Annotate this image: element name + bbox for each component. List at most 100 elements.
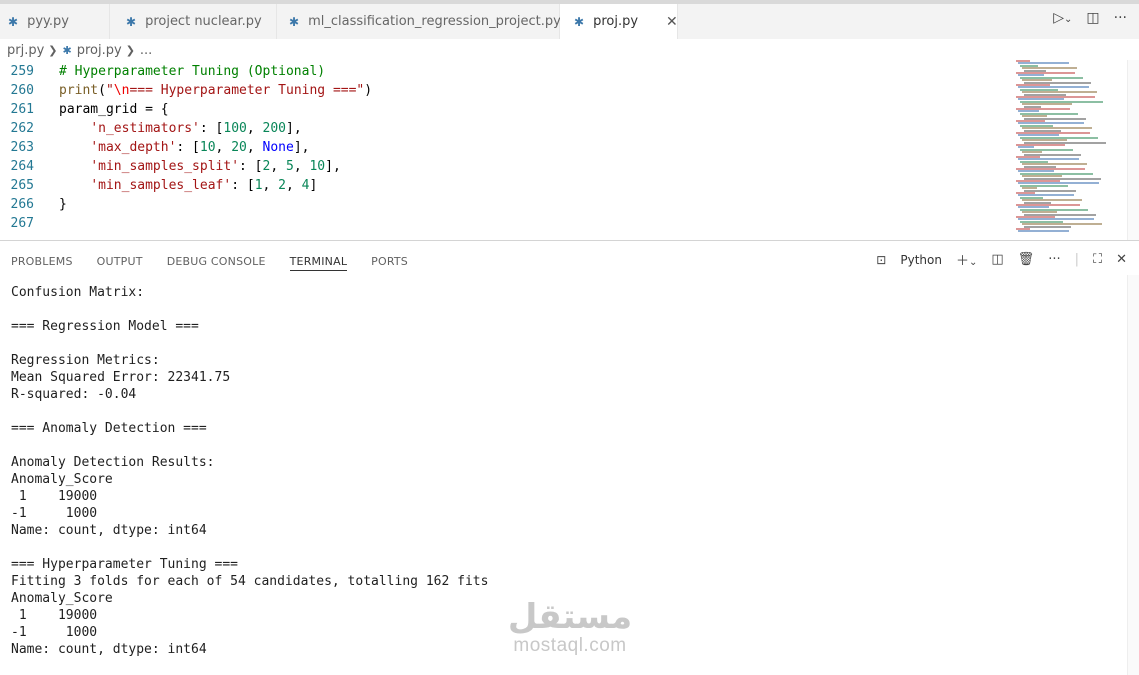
code-token: : [: [199, 121, 224, 136]
code-line[interactable]: 266}: [0, 195, 1000, 214]
code-token: 2: [262, 159, 271, 174]
terminal-scrollbar[interactable]: [1127, 275, 1139, 675]
terminal-line: Mean Squared Error: 22341.75: [11, 370, 231, 385]
tab-terminal[interactable]: TERMINAL: [289, 245, 348, 271]
terminal-line: === Anomaly Detection ===: [11, 421, 207, 436]
add-terminal-icon[interactable]: ＋⌄: [956, 250, 977, 269]
code-line[interactable]: 260 print(" \n === Hyperparameter Tuning ==…: [0, 81, 1000, 100]
tab-debug-console[interactable]: DEBUG CONSOLE: [167, 245, 266, 271]
code-token: (: [98, 83, 106, 98]
split-terminal-icon[interactable]: ◫: [991, 252, 1003, 267]
terminal-profile-label[interactable]: Python: [900, 253, 942, 267]
terminal-line: -1 1000: [11, 506, 98, 521]
line-number: 265: [10, 178, 34, 193]
code-token: None: [262, 140, 294, 155]
code-token: ],: [293, 140, 310, 155]
breadcrumb-file[interactable]: proj.py: [77, 43, 122, 58]
panel-actions: ⊡ Python ＋⌄ ◫ 🗑 ··· | ⛶ ✕: [876, 250, 1127, 269]
more-icon[interactable]: ···: [1114, 10, 1127, 26]
code-token: 'n_estimators': [90, 121, 200, 136]
more-icon[interactable]: ···: [1048, 252, 1060, 267]
code-token: 'min_samples_split': [90, 159, 240, 174]
tab-ports[interactable]: PORTS: [371, 245, 408, 271]
editor-actions: ▷⌄ ◫ ···: [1053, 10, 1127, 26]
code-line[interactable]: 262 'n_estimators': [100, 200],: [0, 119, 1000, 138]
line-number: 262: [10, 121, 34, 136]
python-file-icon: ✱: [574, 14, 585, 29]
close-panel-icon[interactable]: ✕: [1116, 252, 1127, 267]
line-number: 266: [10, 197, 34, 212]
code-line[interactable]: 261 param_grid = {: [0, 100, 1000, 119]
code-token: ,: [246, 140, 263, 155]
line-number: 260: [10, 83, 34, 98]
code-token: : [: [231, 178, 255, 193]
code-token: 2: [278, 178, 286, 193]
code-token: 1: [254, 178, 263, 193]
code-token: }: [59, 197, 67, 212]
python-file-icon: ✱: [289, 14, 300, 29]
code-token: 10: [199, 140, 216, 155]
tab-problems[interactable]: PROBLEMS: [11, 245, 73, 271]
minimap[interactable]: [1012, 60, 1127, 240]
maximize-panel-icon[interactable]: ⛶: [1093, 252, 1102, 267]
terminal-line: 1 19000: [11, 489, 98, 504]
editor-scrollbar[interactable]: [1127, 60, 1139, 240]
tab-proj[interactable]: ✱ proj.py ✕: [560, 4, 678, 39]
terminal-line: Anomaly_Score: [11, 472, 113, 487]
code-token: : [: [176, 140, 200, 155]
tab-project-nuclear[interactable]: ✱ project nuclear.py: [110, 4, 277, 39]
code-token: 4: [301, 178, 310, 193]
code-token: 20: [231, 140, 247, 155]
minimap-line: [1024, 225, 1071, 228]
code-token: print: [59, 83, 99, 98]
code-editor[interactable]: 259 # Hyperparameter Tuning (Optional) 260…: [0, 62, 1000, 240]
code-token: 5: [286, 159, 294, 174]
code-line[interactable]: 259 # Hyperparameter Tuning (Optional): [0, 62, 1000, 81]
code-token: 'min_samples_leaf': [90, 178, 232, 193]
tab-label: proj.py: [593, 14, 639, 29]
close-icon[interactable]: ✕: [666, 14, 678, 30]
line-number: 264: [10, 159, 34, 174]
code-token: ],: [325, 159, 341, 174]
trash-icon[interactable]: 🗑: [1018, 252, 1035, 267]
code-token: param_grid = {: [59, 102, 169, 117]
tab-ml-classification[interactable]: ✱ ml_classification_regression_project.p…: [277, 4, 561, 39]
breadcrumb-ellipsis[interactable]: ...: [140, 43, 152, 58]
code-token: 100: [223, 121, 247, 136]
code-line[interactable]: 265 'min_samples_leaf': [1, 2, 4]: [0, 176, 1000, 195]
terminal-line: Regression Metrics:: [11, 353, 160, 368]
editor-tab-bar: ✱ pyy.py ✱ project nuclear.py ✱ ml_class…: [0, 0, 1139, 39]
code-token: ,: [293, 159, 310, 174]
watermark-arabic: مستقل: [507, 597, 633, 637]
terminal-line: === Hyperparameter Tuning ===: [11, 557, 238, 572]
tab-label: ml_classification_regression_project.py: [308, 14, 561, 29]
tab-pyy[interactable]: ✱ pyy.py: [0, 4, 110, 39]
code-line[interactable]: 264 'min_samples_split': [2, 5, 10],: [0, 157, 1000, 176]
code-token: # Hyperparameter Tuning (Optional): [59, 64, 326, 79]
code-line[interactable]: 267: [0, 214, 1000, 233]
code-token: ,: [286, 178, 302, 193]
tab-output[interactable]: OUTPUT: [97, 245, 143, 271]
code-token: ,: [270, 159, 286, 174]
chevron-right-icon: ❯: [125, 43, 135, 57]
code-token: 10: [309, 159, 326, 174]
python-file-icon: ✱: [126, 14, 137, 29]
watermark: مستقل mostaql.com: [500, 598, 640, 656]
code-token: ,: [215, 140, 232, 155]
code-token: ]: [309, 178, 318, 193]
breadcrumb-folder[interactable]: prj.py: [7, 43, 44, 58]
play-icon[interactable]: ▷⌄: [1053, 10, 1072, 26]
chevron-right-icon: ❯: [48, 43, 58, 57]
line-number: 263: [10, 140, 34, 155]
terminal-line: Name: count, dtype: int64: [11, 523, 207, 538]
split-editor-icon[interactable]: ◫: [1086, 10, 1099, 26]
code-token: === Hyperparameter Tuning ===": [129, 83, 365, 98]
breadcrumb: prj.py ❯ ✱ proj.py ❯ ...: [0, 39, 1000, 61]
code-line[interactable]: 263 'max_depth': [10, 20, None],: [0, 138, 1000, 157]
